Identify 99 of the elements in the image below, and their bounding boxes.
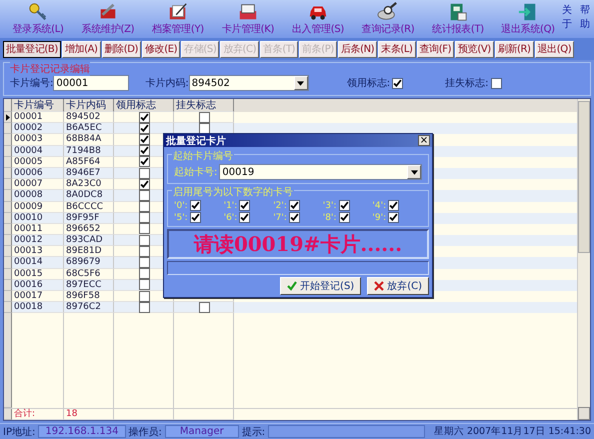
field-label: 卡片编号: (10, 76, 54, 90)
field-label: 领用标志: (346, 76, 390, 90)
group-title: 启用尾号为以下数字的卡号 (172, 185, 294, 199)
status-label: 提示: (242, 426, 266, 438)
checkbox[interactable] (139, 134, 150, 145)
inner-code-dropdown[interactable]: 894502 (188, 75, 309, 91)
menu-item[interactable]: 查询记录(R) (354, 0, 422, 38)
checkbox[interactable] (139, 122, 150, 134)
checkbox[interactable] (139, 145, 150, 156)
magnifier-icon (377, 2, 399, 22)
toolbar-button[interactable]: 预览(V) (455, 40, 494, 58)
toolbar-button[interactable]: 批量登记(B) (3, 40, 61, 58)
checkbox[interactable] (190, 212, 201, 223)
digit-label: '9': (372, 212, 386, 222)
toolbar-button[interactable]: 刷新(R) (494, 40, 534, 58)
table-cell: 00018 (12, 302, 64, 314)
checkbox[interactable] (239, 212, 250, 223)
group-title: 起始卡片编号 (172, 149, 234, 163)
scrollbar[interactable] (577, 99, 590, 420)
menu-item[interactable]: 卡片管理(K) (214, 0, 282, 38)
total-label: 合计: (12, 408, 64, 420)
close-button[interactable]: × (418, 135, 430, 146)
field-label: 挂失标志: (445, 76, 488, 90)
checkbox[interactable] (139, 190, 150, 201)
checkbox[interactable] (139, 268, 150, 280)
toolbar-button[interactable]: 后条(N) (338, 40, 378, 58)
checkbox[interactable] (388, 212, 400, 223)
digit-label: '3': (322, 200, 337, 210)
total-value: 18 (64, 408, 114, 420)
checkbox[interactable] (139, 178, 150, 190)
checkbox[interactable] (199, 122, 210, 134)
operator-field: Manager (164, 425, 239, 438)
digit-label: '5': (174, 212, 188, 222)
menu-item[interactable]: 档案管理(Y) (144, 0, 212, 38)
checkbox[interactable] (139, 234, 150, 246)
toolbar-button[interactable]: 修改(E) (142, 40, 180, 58)
menu-item[interactable]: 统计报表(T) (424, 0, 492, 38)
dropdown-arrow-icon (297, 80, 304, 86)
dialog-button[interactable]: 放弃(C) (367, 277, 429, 295)
card-number-field[interactable]: 00001 (53, 75, 130, 91)
table-cell: 8976C2 (64, 302, 114, 314)
menu-item[interactable]: 出入管理(S) (284, 0, 352, 38)
dialog-button[interactable]: 开始登记(S) (280, 277, 362, 295)
cross-icon (374, 281, 384, 291)
checkbox[interactable] (288, 200, 300, 211)
start-number-dropdown[interactable]: 00019 (219, 164, 422, 180)
ip-address-field: 192.168.1.134 (38, 425, 126, 438)
checkbox[interactable] (139, 223, 150, 234)
row-indicator[interactable] (4, 112, 12, 124)
checkbox[interactable] (338, 212, 350, 223)
checkbox[interactable] (139, 212, 150, 224)
checkbox[interactable] (392, 78, 404, 88)
digit-label: '4': (372, 200, 386, 210)
toolbar-button[interactable]: 查询(F) (416, 40, 454, 58)
checkbox[interactable] (139, 246, 150, 257)
help-link[interactable]: 帮助 (580, 3, 590, 38)
checkbox[interactable] (199, 302, 210, 313)
toolbar-button[interactable]: 末条(L) (378, 40, 416, 58)
toolbar-button[interactable]: 增加(A) (62, 40, 101, 58)
status-label: IP地址: (3, 426, 36, 438)
checkbox[interactable] (239, 200, 250, 211)
key-icon (27, 2, 49, 22)
checkbox[interactable] (139, 279, 150, 290)
dialog-title: 批量登记卡片 (166, 134, 226, 148)
checkbox[interactable] (388, 200, 400, 211)
checkbox[interactable] (490, 78, 502, 88)
toolbar-button[interactable]: 退出(Q) (534, 40, 574, 58)
cards-icon (237, 2, 259, 22)
checkbox[interactable] (338, 200, 350, 211)
status-label: 操作员: (128, 426, 162, 438)
digit-label: '0': (174, 200, 188, 210)
toolbar-button[interactable]: 删除(D) (102, 40, 142, 58)
digit-label: '7': (273, 212, 287, 222)
menu-item[interactable]: 系统维护(Z) (74, 0, 142, 38)
date-time-text: 星期六 2007年11月17日 15:41:30 (434, 425, 591, 438)
checkmark-icon (287, 281, 298, 291)
checkbox[interactable] (139, 168, 150, 179)
folder-icon (167, 2, 189, 22)
checkbox[interactable] (139, 290, 150, 302)
checkbox[interactable] (139, 302, 150, 313)
digit-label: '2': (273, 200, 287, 210)
checkbox[interactable] (139, 156, 150, 168)
digit-label: '1': (224, 200, 238, 210)
menu-item[interactable]: 登录系统(L) (4, 0, 72, 38)
dropdown-arrow-icon (410, 170, 418, 174)
checkbox[interactable] (139, 257, 150, 268)
checkbox[interactable] (139, 201, 150, 212)
checkbox[interactable] (288, 212, 300, 223)
field-label: 卡片内码: (145, 76, 189, 90)
menu-item[interactable]: 退出系统(Q) (494, 0, 562, 38)
digit-label: '8': (322, 212, 337, 222)
message-text: 请读00019#卡片...... (194, 230, 402, 258)
checkbox[interactable] (199, 112, 210, 123)
checkbox[interactable] (139, 112, 150, 123)
field-label: 起始卡号: (174, 166, 218, 179)
help-link[interactable]: 关于 (562, 3, 572, 38)
checkbox[interactable] (190, 200, 201, 211)
group-title: 卡片登记记录编辑 (10, 62, 90, 76)
digit-label: '6': (224, 212, 238, 222)
